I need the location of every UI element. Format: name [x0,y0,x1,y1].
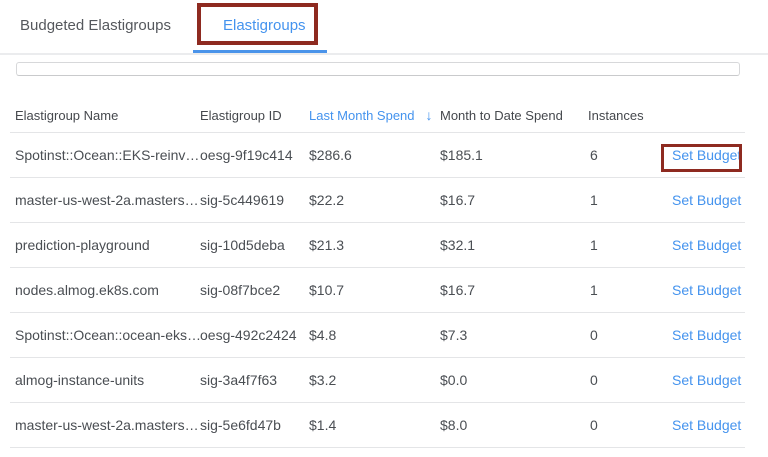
table-row: nodes.almog.ek8s.com sig-08f7bce2 $10.7 … [10,268,745,313]
elastigroup-name: almog-instance-units [10,372,200,388]
elastigroup-id: sig-08f7bce2 [200,282,309,298]
elastigroup-name: master-us-west-2a.masters… [10,417,200,433]
instances-count: 0 [588,327,672,343]
instances-count: 0 [588,372,672,388]
set-budget-button[interactable]: Set Budget [672,372,741,388]
table-row: Spotinst::Ocean::ocean-eks… oesg-492c242… [10,313,745,358]
elastigroup-name: Spotinst::Ocean::ocean-eks… [10,327,200,343]
instances-count: 1 [588,282,672,298]
column-header-instances[interactable]: Instances [588,108,672,123]
set-budget-button[interactable]: Set Budget [672,282,741,298]
set-budget-button[interactable]: Set Budget [672,327,741,343]
last-month-spend: $21.3 [309,237,440,253]
elastigroup-id: sig-5c449619 [200,192,309,208]
elastigroup-name: Spotinst::Ocean::EKS-reinv… [10,147,200,163]
set-budget-button[interactable]: Set Budget [672,237,741,253]
set-budget-button[interactable]: Set Budget [672,147,741,163]
tab-bar: Budgeted Elastigroups Elastigroups [0,0,768,54]
instances-count: 1 [588,192,672,208]
month-to-date-spend: $32.1 [440,237,588,253]
last-month-spend: $4.8 [309,327,440,343]
sort-descending-icon: ↓ [426,107,433,123]
table-row: prediction-playground sig-10d5deba $21.3… [10,223,745,268]
elastigroup-name: master-us-west-2a.masters… [10,192,200,208]
column-header-elastigroup-id[interactable]: Elastigroup ID [200,108,309,123]
month-to-date-spend: $0.0 [440,372,588,388]
elastigroup-name: nodes.almog.ek8s.com [10,282,200,298]
budgets-elastigroups-screen: Budgeted Elastigroups Elastigroups Elast… [0,0,768,457]
table-row: master-us-west-2a.masters… sig-5e6fd47b … [10,403,745,448]
month-to-date-spend: $7.3 [440,327,588,343]
last-month-spend: $286.6 [309,147,440,163]
elastigroup-id: sig-3a4f7f63 [200,372,309,388]
column-header-last-month-spend[interactable]: Last Month Spend ↓ [309,107,440,123]
last-month-spend: $1.4 [309,417,440,433]
set-budget-button[interactable]: Set Budget [672,192,741,208]
elastigroup-id: oesg-492c2424 [200,327,309,343]
elastigroup-name: prediction-playground [10,237,200,253]
elastigroup-id: oesg-9f19c414 [200,147,309,163]
instances-count: 0 [588,417,672,433]
month-to-date-spend: $8.0 [440,417,588,433]
column-header-last-month-spend-label: Last Month Spend [309,108,415,123]
last-month-spend: $10.7 [309,282,440,298]
tab-bar-divider [0,53,768,55]
last-month-spend: $22.2 [309,192,440,208]
column-header-month-to-date-spend[interactable]: Month to Date Spend [440,108,588,123]
last-month-spend: $3.2 [309,372,440,388]
instances-count: 1 [588,237,672,253]
elastigroup-id: sig-10d5deba [200,237,309,253]
tab-budgeted-elastigroups[interactable]: Budgeted Elastigroups [20,0,171,50]
month-to-date-spend: $16.7 [440,282,588,298]
column-header-elastigroup-name[interactable]: Elastigroup Name [10,108,200,123]
filter-input[interactable] [16,62,740,76]
month-to-date-spend: $16.7 [440,192,588,208]
table-row: Spotinst::Ocean::EKS-reinv… oesg-9f19c41… [10,133,745,178]
table-header-row: Elastigroup Name Elastigroup ID Last Mon… [10,98,745,133]
set-budget-button[interactable]: Set Budget [672,417,741,433]
month-to-date-spend: $185.1 [440,147,588,163]
instances-count: 6 [588,147,672,163]
table-row: almog-instance-units sig-3a4f7f63 $3.2 $… [10,358,745,403]
tab-elastigroups[interactable]: Elastigroups [223,0,306,50]
table-row: master-us-west-2a.masters… sig-5c449619 … [10,178,745,223]
elastigroups-table: Elastigroup Name Elastigroup ID Last Mon… [10,98,745,448]
elastigroup-id: sig-5e6fd47b [200,417,309,433]
